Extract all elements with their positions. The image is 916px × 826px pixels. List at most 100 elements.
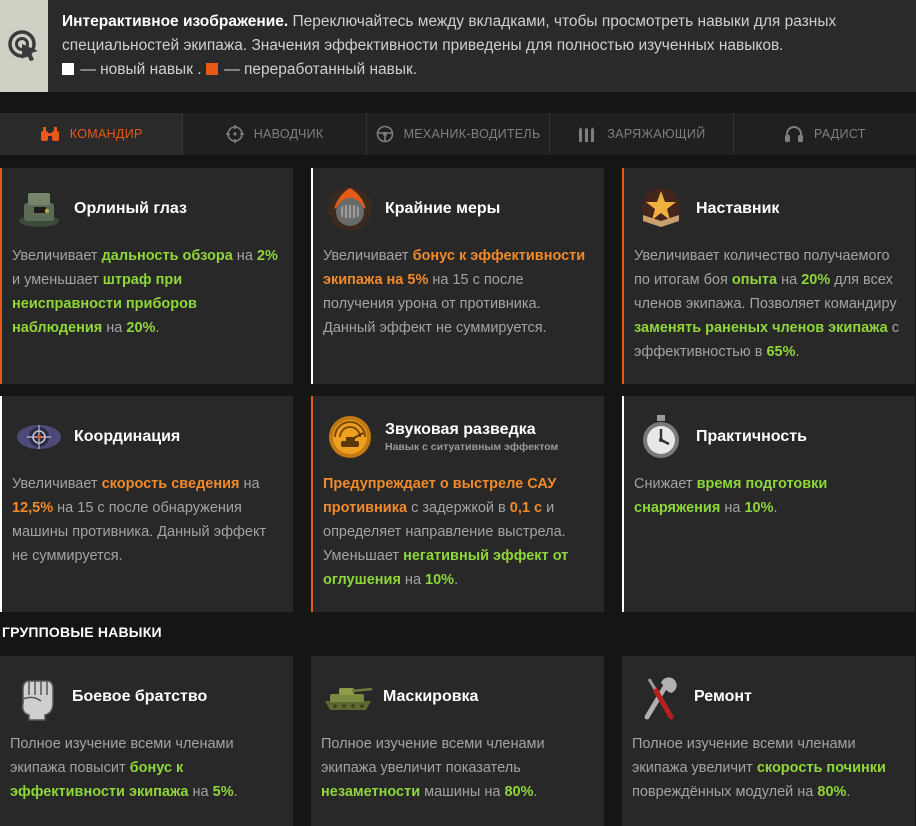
skill-title: Боевое братство xyxy=(72,688,208,705)
highlight-value: опыта xyxy=(731,272,778,288)
skill-card-practicality: Практичность Снижает время подготовки сн… xyxy=(622,396,915,612)
description-text: . xyxy=(233,784,238,800)
new-skill-swatch xyxy=(62,63,74,75)
tab-radio-operator[interactable]: РАДИСТ xyxy=(734,113,916,155)
skill-subtitle: Навык с ситуативным эффектом xyxy=(385,441,559,453)
tab-label: МЕХАНИК-ВОДИТЕЛЬ xyxy=(403,127,541,141)
highlight-value: 10% xyxy=(744,500,774,516)
description-text: машины на xyxy=(420,784,505,800)
skill-title: Орлиный глаз xyxy=(74,200,187,217)
skill-title-block: Звуковая разведка Навык с ситуативным эф… xyxy=(385,421,558,453)
highlight-value: 20% xyxy=(126,320,156,336)
legend-reworked-label: — переработанный навык. xyxy=(224,61,418,78)
description-text: . xyxy=(846,784,851,800)
highlight-value: 65% xyxy=(766,344,796,360)
description-text: Увеличивает xyxy=(323,248,413,264)
crew-tabs: КОМАНДИР НАВОДЧИК МЕХАНИК-ВОДИТЕЛЬ ЗАРЯЖ… xyxy=(0,113,916,155)
description-text: Полное изучение всеми членами экипажа ув… xyxy=(321,736,545,776)
banner-text: Интерактивное изображение. Переключайтес… xyxy=(62,10,902,82)
skill-card-coordination: Координация Увеличивает скорость сведени… xyxy=(0,396,293,612)
highlight-value: скорость сведения xyxy=(101,476,240,492)
steering-wheel-icon xyxy=(376,125,394,143)
skill-card-last-resort: Крайние меры Увеличивает бонус к эффекти… xyxy=(311,168,604,384)
skill-title: Ремонт xyxy=(694,688,752,705)
skill-description: Полное изучение всеми членами экипажа ув… xyxy=(321,732,594,804)
tab-commander[interactable]: КОМАНДИР xyxy=(0,113,184,155)
interactive-cursor-icon xyxy=(0,0,48,92)
skill-description: Полное изучение всеми членами экипажа ув… xyxy=(632,732,905,804)
tab-driver[interactable]: МЕХАНИК-ВОДИТЕЛЬ xyxy=(367,113,551,155)
info-banner: Интерактивное изображение. Переключайтес… xyxy=(0,0,916,92)
description-text: на xyxy=(400,572,426,588)
tab-label: РАДИСТ xyxy=(813,127,866,141)
highlight-value: 5% xyxy=(212,784,234,800)
tab-label: КОМАНДИР xyxy=(69,127,143,141)
headphones-icon xyxy=(784,125,804,143)
reworked-skill-swatch xyxy=(205,63,218,75)
description-text: на xyxy=(102,320,127,336)
skill-title: Координация xyxy=(74,428,181,445)
shells-icon xyxy=(577,125,597,143)
description-text: на xyxy=(720,500,745,516)
highlight-value: заменять раненых членов экипажа xyxy=(634,320,888,336)
description-text: Полное изучение всеми членами экипажа по… xyxy=(10,736,234,776)
target-eye-icon xyxy=(12,410,66,464)
description-text: Снижает xyxy=(634,476,697,492)
skill-title: Крайние меры xyxy=(385,200,501,217)
highlight-value: 10% xyxy=(425,572,455,588)
legend-new-label: — новый навык . xyxy=(80,61,202,78)
skill-description: Увеличивает количество получаемого по ит… xyxy=(634,244,905,364)
skill-card-brothers-in-arms: Боевое братство Полное изучение всеми чл… xyxy=(0,656,293,826)
highlight-value: 0,1 с xyxy=(509,500,543,516)
skill-card-eagle-eye: Орлиный глаз Увеличивает дальность обзор… xyxy=(0,168,293,384)
tab-label: ЗАРЯЖАЮЩИЙ xyxy=(607,127,706,141)
tab-gunner[interactable]: НАВОДЧИК xyxy=(183,113,367,155)
description-text: на xyxy=(239,476,260,492)
skill-card-mentor: Наставник Увеличивает количество получае… xyxy=(622,168,915,384)
skill-title: Маскировка xyxy=(383,688,479,705)
description-text: и уменьшает xyxy=(12,272,103,288)
tab-label: НАВОДЧИК xyxy=(253,127,324,141)
description-text: с задержкой в xyxy=(407,500,510,516)
skill-card-repairs: Ремонт Полное изучение всеми членами эки… xyxy=(622,656,915,826)
description-text: . xyxy=(773,500,778,516)
skill-description: Снижает время подготовки снаряжения на 1… xyxy=(634,472,905,520)
fist-icon xyxy=(10,670,64,724)
description-text: . xyxy=(155,320,160,336)
tab-loader[interactable]: ЗАРЯЖАЮЩИЙ xyxy=(550,113,734,155)
description-text: . xyxy=(533,784,538,800)
skill-description: Увеличивает бонус к эффективности экипаж… xyxy=(323,244,594,340)
description-text: Увеличивает xyxy=(12,476,102,492)
skill-description: Увеличивает дальность обзора на 2% и уме… xyxy=(12,244,283,340)
radar-tank-icon xyxy=(323,410,377,464)
highlight-value: 20% xyxy=(801,272,831,288)
highlight-value: 80% xyxy=(817,784,847,800)
camo-tank-icon xyxy=(321,670,375,724)
highlight-value: дальность обзора xyxy=(101,248,233,264)
skill-title: Практичность xyxy=(696,428,807,445)
wrench-screwdriver-icon xyxy=(632,670,686,724)
description-text: на xyxy=(777,272,802,288)
description-text: на xyxy=(188,784,213,800)
skill-card-sound-detection: Звуковая разведка Навык с ситуативным эф… xyxy=(311,396,604,612)
periscope-icon xyxy=(12,182,66,236)
description-text: . xyxy=(795,344,800,360)
skill-description: Полное изучение всеми членами экипажа по… xyxy=(10,732,283,804)
group-skills-heading: ГРУППОВЫЕ НАВЫКИ xyxy=(2,624,162,640)
skill-description: Предупреждает о выстреле САУ противника … xyxy=(323,472,594,592)
skill-card-camouflage: Маскировка Полное изучение всеми членами… xyxy=(311,656,604,826)
highlight-value: 80% xyxy=(504,784,534,800)
description-text: повреждённых модулей на xyxy=(632,784,818,800)
star-book-icon xyxy=(634,182,688,236)
highlight-value: скорость починки xyxy=(756,760,886,776)
description-text: . xyxy=(454,572,459,588)
skill-title: Звуковая разведка xyxy=(385,421,536,438)
highlight-value: 2% xyxy=(256,248,278,264)
crosshair-icon xyxy=(225,125,244,143)
description-text: на xyxy=(232,248,257,264)
stopwatch-gear-icon xyxy=(634,410,688,464)
banner-title: Интерактивное изображение. xyxy=(62,13,289,30)
skill-title: Наставник xyxy=(696,200,780,217)
skill-description: Увеличивает скорость сведения на 12,5% н… xyxy=(12,472,283,568)
highlight-value: 12,5% xyxy=(12,500,54,516)
